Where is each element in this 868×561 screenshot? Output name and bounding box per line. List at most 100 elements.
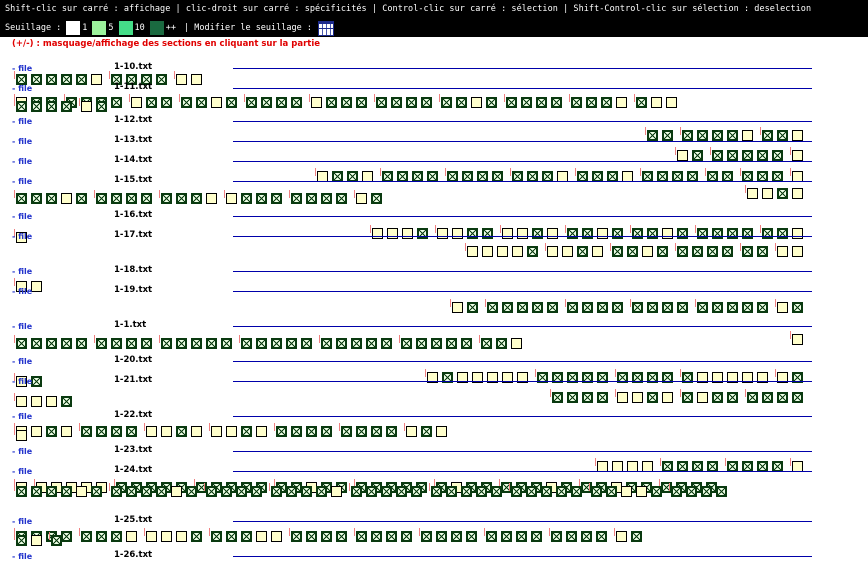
- section-square-marked[interactable]: [221, 338, 232, 349]
- section-square[interactable]: [176, 74, 187, 85]
- section-square-marked[interactable]: [111, 193, 122, 204]
- section-square[interactable]: [31, 426, 42, 437]
- section-square-marked[interactable]: [511, 486, 522, 497]
- section-square-marked[interactable]: [386, 426, 397, 437]
- section-square-marked[interactable]: [526, 486, 537, 497]
- section-square-marked[interactable]: [61, 396, 72, 407]
- section-square-marked[interactable]: [111, 486, 122, 497]
- section-square-marked[interactable]: [467, 228, 478, 239]
- section-square-marked[interactable]: [286, 338, 297, 349]
- section-square[interactable]: [452, 228, 463, 239]
- section-square-marked[interactable]: [156, 74, 167, 85]
- section-square-marked[interactable]: [366, 486, 377, 497]
- section-square-marked[interactable]: [677, 302, 688, 313]
- section-square-marked[interactable]: [306, 193, 317, 204]
- section-square-marked[interactable]: [61, 486, 72, 497]
- section-square-marked[interactable]: [597, 302, 608, 313]
- section-square[interactable]: [171, 486, 182, 497]
- section-square-marked[interactable]: [606, 486, 617, 497]
- section-square[interactable]: [46, 396, 57, 407]
- section-square-marked[interactable]: [521, 97, 532, 108]
- section-square-marked[interactable]: [697, 228, 708, 239]
- section-square-marked[interactable]: [762, 130, 773, 141]
- section-square-marked[interactable]: [551, 531, 562, 542]
- section-square-marked[interactable]: [196, 97, 207, 108]
- section-square-marked[interactable]: [61, 531, 72, 542]
- section-square[interactable]: [372, 228, 383, 239]
- section-square-marked[interactable]: [582, 302, 593, 313]
- section-square-marked[interactable]: [376, 97, 387, 108]
- section-square-marked[interactable]: [291, 531, 302, 542]
- section-square[interactable]: [191, 74, 202, 85]
- section-square-marked[interactable]: [757, 302, 768, 313]
- section-square-marked[interactable]: [141, 338, 152, 349]
- section-square-marked[interactable]: [671, 486, 682, 497]
- section-square-marked[interactable]: [16, 101, 27, 112]
- section-square[interactable]: [226, 426, 237, 437]
- section-square[interactable]: [792, 188, 803, 199]
- section-square-marked[interactable]: [541, 486, 552, 497]
- section-square[interactable]: [662, 228, 673, 239]
- section-square-marked[interactable]: [531, 531, 542, 542]
- section-square-marked[interactable]: [46, 193, 57, 204]
- section-square-marked[interactable]: [96, 193, 107, 204]
- section-square-marked[interactable]: [31, 74, 42, 85]
- section-square-marked[interactable]: [596, 531, 607, 542]
- section-square-marked[interactable]: [567, 302, 578, 313]
- section-square-marked[interactable]: [417, 228, 428, 239]
- section-square-marked[interactable]: [612, 302, 623, 313]
- section-square-marked[interactable]: [482, 228, 493, 239]
- section-square-marked[interactable]: [61, 101, 72, 112]
- section-square[interactable]: [131, 97, 142, 108]
- section-square-marked[interactable]: [727, 302, 738, 313]
- section-square-marked[interactable]: [677, 246, 688, 257]
- section-square[interactable]: [271, 531, 282, 542]
- section-square-marked[interactable]: [677, 228, 688, 239]
- section-square[interactable]: [61, 193, 72, 204]
- section-square-marked[interactable]: [682, 130, 693, 141]
- section-square[interactable]: [792, 334, 803, 345]
- section-square-marked[interactable]: [256, 193, 267, 204]
- section-square[interactable]: [146, 426, 157, 437]
- section-square-marked[interactable]: [712, 228, 723, 239]
- section-square-marked[interactable]: [126, 193, 137, 204]
- section-square-marked[interactable]: [757, 150, 768, 161]
- section-square[interactable]: [31, 535, 42, 546]
- file-name[interactable]: 1-26.txt: [114, 550, 152, 560]
- section-square-marked[interactable]: [291, 97, 302, 108]
- section-square-marked[interactable]: [286, 486, 297, 497]
- section-square-marked[interactable]: [662, 130, 673, 141]
- section-square-marked[interactable]: [321, 193, 332, 204]
- section-square-marked[interactable]: [406, 97, 417, 108]
- section-square[interactable]: [311, 97, 322, 108]
- section-square-marked[interactable]: [16, 193, 27, 204]
- section-square-marked[interactable]: [451, 531, 462, 542]
- section-square-marked[interactable]: [356, 97, 367, 108]
- section-square[interactable]: [742, 130, 753, 141]
- section-square-marked[interactable]: [777, 130, 788, 141]
- section-square-marked[interactable]: [316, 486, 327, 497]
- section-square[interactable]: [211, 426, 222, 437]
- section-square-marked[interactable]: [301, 338, 312, 349]
- section-square-marked[interactable]: [431, 486, 442, 497]
- section-square-marked[interactable]: [181, 97, 192, 108]
- section-square-marked[interactable]: [601, 97, 612, 108]
- section-square-marked[interactable]: [647, 392, 658, 403]
- section-square-marked[interactable]: [211, 531, 222, 542]
- section-square[interactable]: [31, 396, 42, 407]
- section-square[interactable]: [437, 228, 448, 239]
- file-name[interactable]: 1-15.txt: [114, 175, 152, 185]
- section-square-marked[interactable]: [356, 426, 367, 437]
- section-square-marked[interactable]: [46, 426, 57, 437]
- section-square-marked[interactable]: [762, 228, 773, 239]
- section-square-marked[interactable]: [697, 130, 708, 141]
- section-square[interactable]: [61, 426, 72, 437]
- section-square[interactable]: [792, 246, 803, 257]
- section-square-marked[interactable]: [31, 486, 42, 497]
- section-square-marked[interactable]: [81, 426, 92, 437]
- section-square[interactable]: [436, 426, 447, 437]
- section-square-marked[interactable]: [161, 97, 172, 108]
- section-square-marked[interactable]: [356, 531, 367, 542]
- section-square-marked[interactable]: [176, 338, 187, 349]
- section-square-marked[interactable]: [476, 486, 487, 497]
